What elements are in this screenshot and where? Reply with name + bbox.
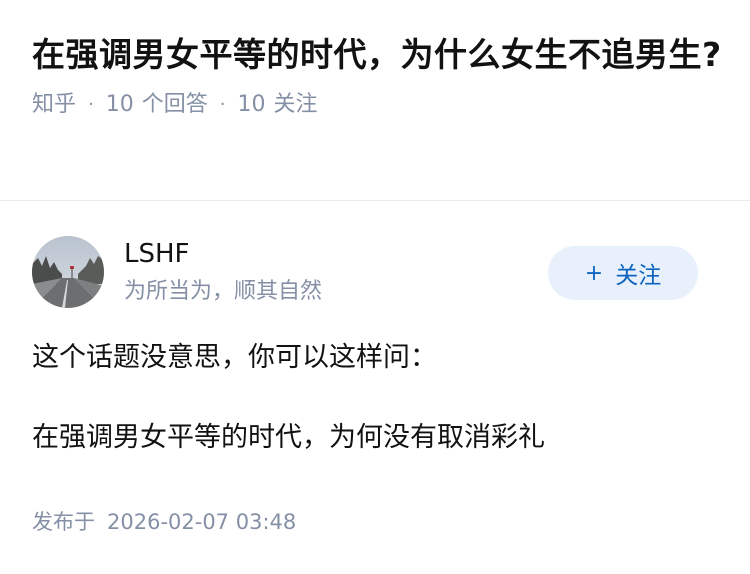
follow-button[interactable]: + 关注 bbox=[548, 246, 698, 300]
answer-paragraph: 在强调男女平等的时代，为何没有取消彩礼 bbox=[32, 422, 545, 453]
publish-time: 发布于 2026-02-07 03:48 bbox=[32, 506, 296, 538]
section-divider bbox=[0, 200, 750, 201]
answer-content: 这个话题没意思，你可以这样问： 在强调男女平等的时代，为何没有取消彩礼 bbox=[32, 338, 722, 458]
answers-label: 个回答 bbox=[141, 92, 208, 117]
question-meta: 知乎 · 10 个回答 · 10 关注 bbox=[32, 90, 722, 120]
avatar-photo-icon bbox=[32, 236, 104, 308]
question-title[interactable]: 在强调男女平等的时代，为什么女生不追男生? bbox=[32, 30, 722, 80]
source-label[interactable]: 知乎 bbox=[32, 90, 76, 120]
follows-label: 关注 bbox=[273, 92, 318, 117]
author-row: LSHF 为所当为，顺其自然 + 关注 bbox=[32, 236, 698, 308]
publish-label: 发布于 bbox=[32, 510, 95, 534]
author-name[interactable]: LSHF bbox=[124, 236, 190, 272]
answer-paragraph: 这个话题没意思，你可以这样问： bbox=[32, 342, 437, 373]
answers-count: 10 bbox=[105, 92, 134, 117]
publish-timestamp: 2026-02-07 03:48 bbox=[107, 510, 297, 534]
question-header: 在强调男女平等的时代，为什么女生不追男生? 知乎 · 10 个回答 · 10 关… bbox=[32, 30, 722, 120]
meta-separator: · bbox=[88, 94, 94, 115]
follows-count: 10 bbox=[237, 92, 266, 117]
follow-button-label: 关注 bbox=[615, 263, 662, 289]
author-bio: 为所当为，顺其自然 bbox=[124, 279, 323, 304]
avatar[interactable] bbox=[32, 236, 104, 308]
meta-separator: · bbox=[219, 94, 226, 115]
plus-icon: + bbox=[584, 260, 604, 286]
